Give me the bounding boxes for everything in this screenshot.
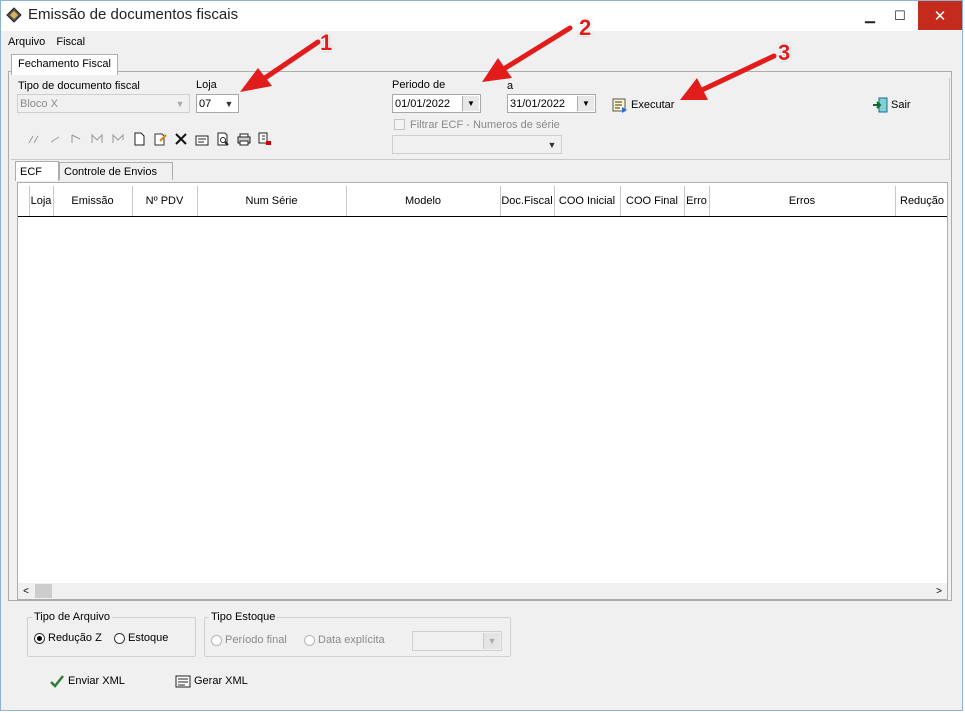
tab-ecf[interactable]: ECF — [15, 161, 59, 181]
annotation-number-2: 2 — [579, 15, 592, 40]
annotation-arrow-1 — [240, 39, 321, 92]
annotation-arrows — [240, 25, 777, 100]
annotation-arrow-2 — [482, 25, 573, 82]
annotation-arrow-3 — [680, 53, 777, 100]
tab-ecf-label: ECF — [20, 165, 42, 178]
annotation-number-1: 1 — [320, 30, 333, 55]
annotation-number-3: 3 — [778, 40, 791, 65]
